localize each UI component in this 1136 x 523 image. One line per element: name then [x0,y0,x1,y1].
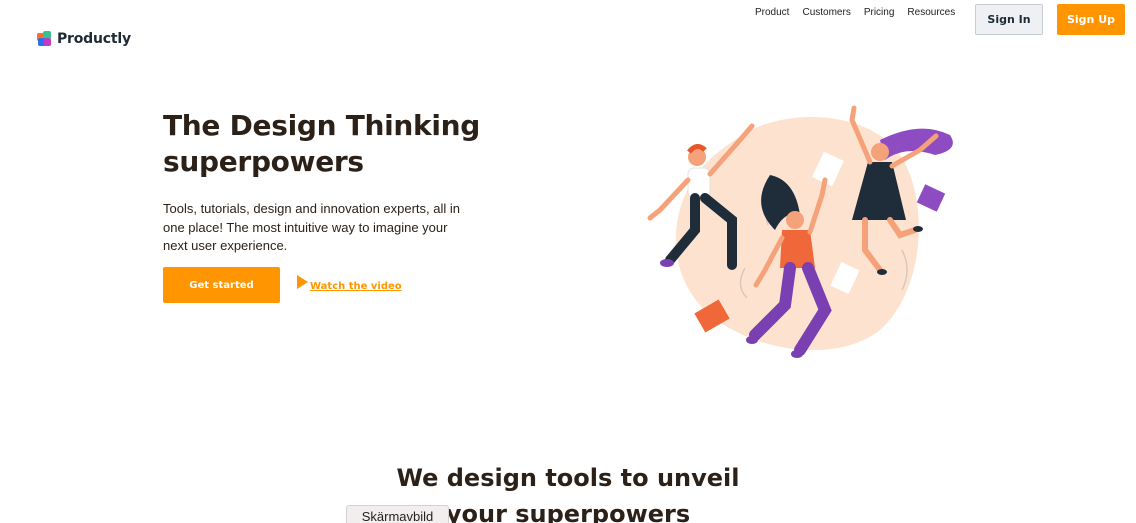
watch-video-label: Watch the video [310,281,402,292]
brand-logo[interactable]: Productly [37,31,131,47]
screenshot-tooltip: Skärmavbild [346,505,449,523]
hero-title: The Design Thinking superpowers [163,108,523,180]
brand-name: Productly [57,31,131,47]
nav-item-pricing[interactable]: Pricing [864,7,895,18]
nav-item-resources[interactable]: Resources [907,7,955,18]
sign-in-button[interactable]: Sign In [975,4,1043,35]
nav-item-product[interactable]: Product [755,7,789,18]
sign-up-button[interactable]: Sign Up [1057,4,1125,35]
section-title-line-2: your superpowers [445,500,691,523]
watch-video-link[interactable]: Watch the video [296,274,402,293]
people-jumping-illustration [640,100,970,370]
main-nav: Product Customers Pricing Resources [755,7,968,18]
hero-title-line-1: The Design Thinking [163,109,481,142]
hero-description: Tools, tutorials, design and innovation … [163,201,461,253]
hero-title-line-2: superpowers [163,145,364,178]
play-icon [296,274,308,293]
section-title-line-1: We design tools to unveil [396,464,740,492]
get-started-button[interactable]: Get started [163,267,280,303]
productly-logo-icon [37,31,52,47]
nav-item-customers[interactable]: Customers [802,7,850,18]
section-title: We design tools to unveil your superpowe… [0,460,1136,523]
